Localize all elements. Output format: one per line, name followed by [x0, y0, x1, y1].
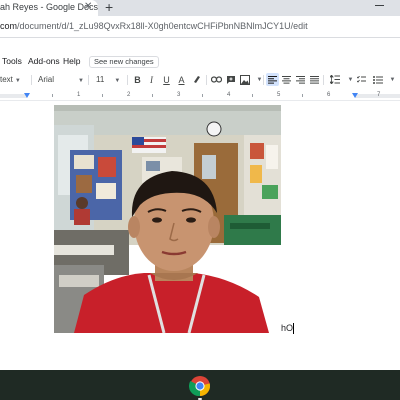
- toolbar-divider: [127, 75, 128, 85]
- italic-button[interactable]: I: [145, 73, 158, 86]
- left-indent-marker[interactable]: [24, 93, 30, 98]
- ruler: 1 2 3 4 5 6 7: [0, 91, 400, 101]
- ruler-tick: [152, 94, 153, 97]
- insert-image-icon[interactable]: [238, 73, 251, 86]
- taskbar: [0, 370, 400, 400]
- link-icon[interactable]: [210, 73, 223, 86]
- text-cursor: [293, 323, 294, 334]
- chevron-down-icon: ▼: [14, 78, 21, 84]
- justify-icon[interactable]: [308, 73, 321, 86]
- url-path: /document/d/1_zLu98QvxRx18ll-X0gh0entcwC…: [17, 21, 308, 31]
- address-bar[interactable]: com/document/d/1_zLu98QvxRx18ll-X0gh0ent…: [0, 16, 400, 38]
- align-left-icon[interactable]: [266, 73, 279, 86]
- tab-close-icon[interactable]: ✕: [84, 1, 92, 13]
- chevron-down-icon: ▼: [78, 78, 84, 84]
- minimize-window-icon[interactable]: [375, 5, 384, 6]
- browser-tab[interactable]: ah Reyes - Google Docs ✕: [0, 0, 98, 16]
- menu-bar: Tools Add-ons Help See new changes: [0, 55, 400, 69]
- menu-add-ons[interactable]: Add-ons: [28, 55, 60, 68]
- menu-tools[interactable]: Tools: [2, 55, 22, 68]
- ruler-tick: [202, 94, 203, 97]
- text-color-button[interactable]: A: [175, 73, 188, 86]
- new-tab-button[interactable]: +: [105, 0, 113, 15]
- ruler-number: 3: [177, 92, 181, 98]
- highlighter-icon[interactable]: [190, 73, 203, 86]
- style-select[interactable]: text ▼: [0, 73, 21, 88]
- formatting-toolbar: text ▼ Arial ▼ 11 ▼ B I U A ▼ ▼ ▼: [0, 71, 400, 89]
- bulleted-list-icon[interactable]: [371, 73, 384, 86]
- typed-text[interactable]: hO: [281, 323, 293, 333]
- ruler-tick: [252, 94, 253, 97]
- ruler-number: 2: [127, 92, 131, 98]
- bold-button[interactable]: B: [131, 73, 144, 86]
- ruler-number: 7: [377, 92, 381, 98]
- url-text[interactable]: com/document/d/1_zLu98QvxRx18ll-X0gh0ent…: [0, 21, 308, 32]
- ruler-number: 4: [227, 92, 231, 98]
- ruler-number: 6: [327, 92, 331, 98]
- ruler-number: 1: [77, 92, 81, 98]
- classroom-selfie-image: [54, 105, 281, 333]
- see-new-changes-button[interactable]: See new changes: [89, 56, 159, 68]
- chrome-icon[interactable]: [188, 375, 211, 397]
- font-select[interactable]: Arial ▼: [38, 73, 84, 88]
- ruler-number: 5: [277, 92, 281, 98]
- chevron-down-icon: ▼: [114, 78, 121, 84]
- checklist-icon[interactable]: [355, 73, 368, 86]
- toolbar-divider: [323, 75, 324, 85]
- ruler-left-margin: [0, 94, 27, 98]
- inserted-photo[interactable]: [54, 105, 281, 333]
- font-size-select[interactable]: 11 ▼: [96, 73, 120, 88]
- toolbar-divider: [31, 75, 32, 85]
- toolbar-divider: [88, 75, 89, 85]
- font-value: Arial: [38, 75, 55, 84]
- toolbar-divider: [263, 75, 264, 85]
- menu-help[interactable]: Help: [63, 55, 80, 68]
- document-canvas[interactable]: hO: [0, 102, 400, 370]
- docs-header: [0, 38, 400, 52]
- url-host: com: [0, 21, 18, 31]
- toolbar-divider: [206, 75, 207, 85]
- add-comment-icon[interactable]: [224, 73, 237, 86]
- ruler-tick: [52, 94, 53, 97]
- style-value: text: [0, 75, 13, 84]
- line-spacing-icon[interactable]: [328, 73, 341, 86]
- align-right-icon[interactable]: [294, 73, 307, 86]
- align-center-icon[interactable]: [280, 73, 293, 86]
- chevron-down-icon[interactable]: ▼: [385, 73, 398, 86]
- browser-tab-strip: ah Reyes - Google Docs ✕ +: [0, 0, 400, 16]
- ruler-tick: [302, 94, 303, 97]
- font-size-value: 11: [96, 75, 105, 84]
- underline-button[interactable]: U: [160, 73, 173, 86]
- right-indent-marker[interactable]: [352, 93, 358, 98]
- ruler-tick: [102, 94, 103, 97]
